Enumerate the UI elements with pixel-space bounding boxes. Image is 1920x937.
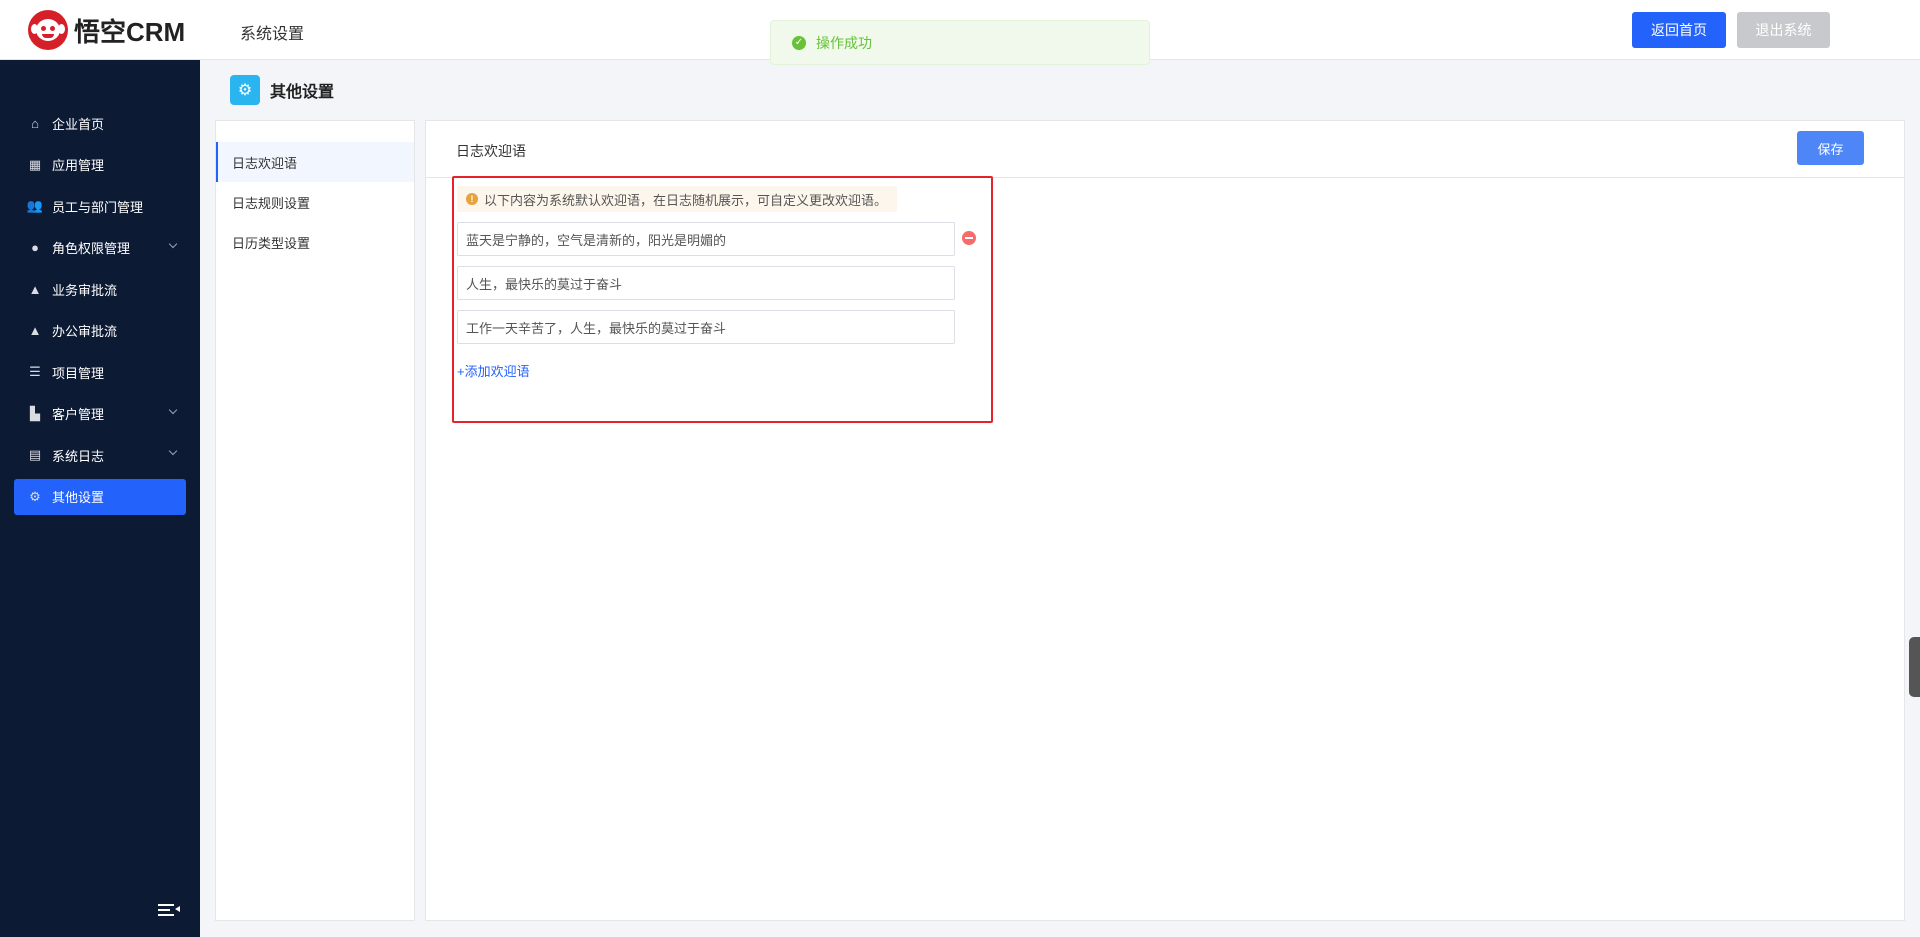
grid-icon: ▦: [28, 156, 42, 172]
sidebar-item-2[interactable]: ▦ 应用管理: [14, 147, 186, 183]
subnav-item-1[interactable]: 日志欢迎语: [216, 142, 414, 182]
user-icon: ●: [31, 240, 39, 255]
content-title: 日志欢迎语: [456, 143, 526, 159]
greeting-input-1[interactable]: 蓝天是宁静的，空气是清新的，阳光是明媚的: [457, 222, 955, 256]
header-title: 系统设置: [240, 26, 305, 43]
sidebar-item-label: 业务审批流: [52, 282, 118, 298]
chevron-down-icon: [168, 239, 178, 248]
sidebar-menu: ⌂ 企业首页 ▦ 应用管理 👥 员工与部门管理 ● 角色权限管理 ▲ 业务审批流 ▲ 办公审批流 ☰ 项目…: [0, 105, 200, 520]
users-icon: 👥: [26, 198, 44, 213]
building-icon: ▙: [30, 405, 40, 421]
monkey-logo-icon: [28, 10, 68, 50]
logo-text: 悟空CRM: [74, 16, 186, 47]
sidebar: ⌂ 企业首页 ▦ 应用管理 👥 员工与部门管理 ● 角色权限管理 ▲ 业务审批流 ▲ 办公审批流 ☰ 项目…: [0, 60, 200, 937]
sidebar-item-7[interactable]: ☰ 项目管理: [14, 354, 186, 390]
logo[interactable]: 悟空CRM: [28, 10, 185, 50]
clipboard-icon: ▤: [28, 447, 42, 462]
back-home-button[interactable]: 返回首页: [1632, 12, 1726, 48]
collapse-sidebar-icon[interactable]: [158, 903, 180, 919]
content-header: 日志欢迎语 保存: [426, 121, 1904, 178]
sidebar-item-label: 员工与部门管理: [52, 199, 144, 215]
gear-icon: ⚙: [230, 75, 260, 105]
check-circle-icon: ✓: [792, 35, 806, 50]
subnav-list: 日志欢迎语 日志规则设置 日历类型设置: [216, 121, 414, 262]
subnav-item-2[interactable]: 日志规则设置: [216, 182, 414, 222]
remove-circle-icon[interactable]: [962, 231, 976, 245]
side-tool-handle[interactable]: [1909, 637, 1920, 697]
toast-message: 操作成功: [816, 34, 872, 51]
sidebar-item-label: 应用管理: [52, 158, 105, 173]
chevron-down-icon: [168, 405, 178, 414]
greeting-input-2[interactable]: 人生，最快乐的莫过于奋斗: [457, 266, 955, 300]
add-greeting-link[interactable]: +添加欢迎语: [457, 361, 530, 380]
warning-icon: !: [466, 193, 478, 205]
sidebar-item-3[interactable]: 👥 员工与部门管理: [14, 188, 186, 224]
chevron-down-icon: [168, 446, 178, 456]
tip-text: 以下内容为系统默认欢迎语，在日志随机展示，可自定义更改欢迎语。: [484, 192, 888, 208]
sidebar-item-8[interactable]: ▙ 客户管理: [14, 396, 186, 432]
info-tip: ! 以下内容为系统默认欢迎语，在日志随机展示，可自定义更改欢迎语。: [457, 186, 898, 212]
sidebar-item-label: 客户管理: [52, 407, 105, 422]
sidebar-item-label: 企业首页: [52, 116, 105, 132]
sidebar-item-label: 项目管理: [52, 365, 105, 381]
sidebar-item-label: 系统日志: [52, 448, 105, 464]
subnav-item-3[interactable]: 日历类型设置: [216, 222, 414, 262]
sidebar-item-6[interactable]: ▲ 办公审批流: [14, 313, 186, 349]
page-header: ⚙ 其他设置: [230, 75, 334, 105]
sidebar-item-label: 其他设置: [52, 490, 105, 505]
home-icon: ⌂: [31, 115, 39, 131]
greeting-input-3[interactable]: 工作一天辛苦了，人生，最快乐的莫过于奋斗: [457, 310, 955, 344]
stamp-icon: ▲: [28, 281, 42, 297]
gear-icon: ⚙: [29, 488, 41, 504]
success-toast: ✓ 操作成功: [770, 20, 1150, 65]
sidebar-item-10[interactable]: ⚙ 其他设置: [14, 478, 186, 515]
logout-button[interactable]: 退出系统: [1737, 12, 1830, 48]
stamp-icon: ▲: [28, 323, 42, 338]
sidebar-item-label: 角色权限管理: [52, 241, 131, 256]
list-icon: ☰: [29, 364, 41, 379]
save-button[interactable]: 保存: [1797, 131, 1864, 165]
sidebar-item-label: 办公审批流: [52, 324, 118, 339]
sidebar-item-1[interactable]: ⌂ 企业首页: [14, 105, 186, 141]
settings-subnav: 日志欢迎语 日志规则设置 日历类型设置: [215, 120, 415, 921]
sidebar-item-4[interactable]: ● 角色权限管理: [14, 230, 186, 266]
sidebar-item-9[interactable]: ▤ 系统日志: [14, 437, 186, 473]
sidebar-item-5[interactable]: ▲ 业务审批流: [14, 271, 186, 307]
page-title: 其他设置: [270, 84, 335, 101]
